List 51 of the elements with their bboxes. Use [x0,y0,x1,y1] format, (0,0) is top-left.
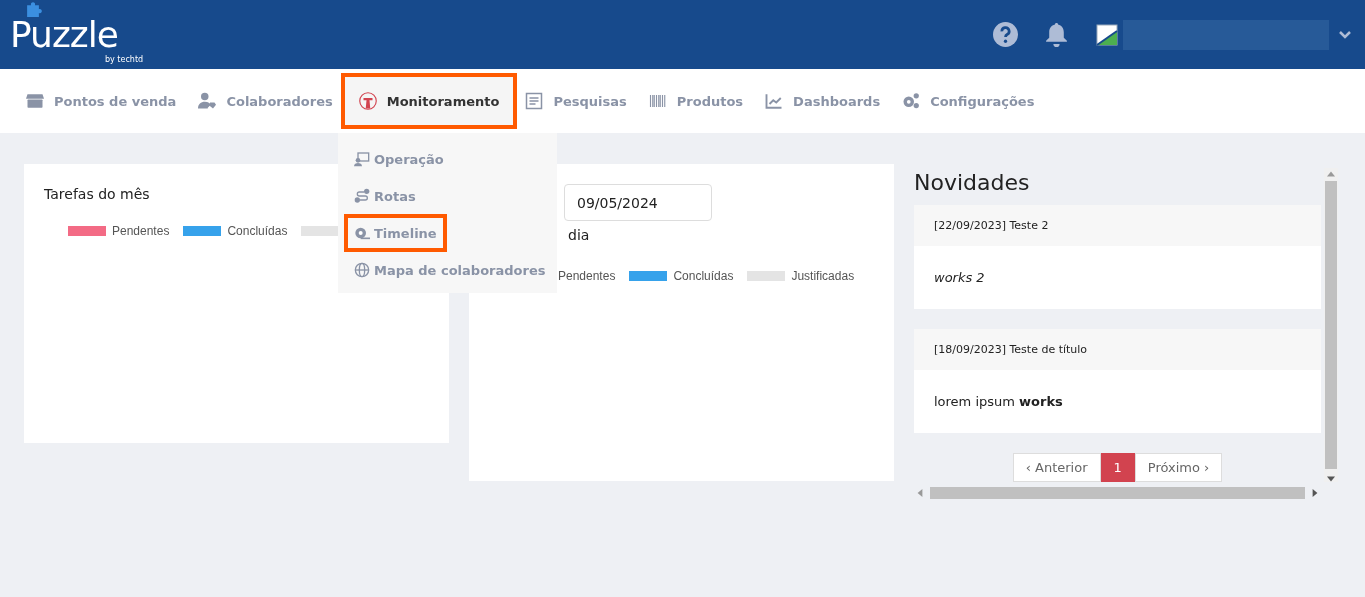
nav-tab[interactable]: Pontos de venda [16,77,187,125]
card-title: Tarefas do mês [44,186,150,202]
post-title: [18/09/2023] Teste de título [914,329,1321,370]
dropdown-item[interactable]: Operação [348,144,450,174]
post-text: works 2 [914,246,1321,309]
help-button[interactable] [993,22,1018,47]
notifications-button[interactable] [1044,22,1069,47]
previous-page-link[interactable]: ‹ Anterior [1012,453,1101,482]
nav-tab[interactable]: Produtos [638,77,754,125]
dropdown-item[interactable]: Rotas [348,181,422,211]
scrollbar-thumb[interactable] [1325,181,1337,469]
legend-label: Concluídas [227,224,288,238]
scroll-left-icon [917,489,923,497]
section-title: Novidades [914,170,1031,195]
post-title: [22/09/2023] Teste 2 [914,205,1321,246]
nav-tab[interactable]: Pesquisas [515,77,637,125]
tape-icon [354,225,370,241]
chevron-down-icon [1339,30,1351,39]
nav-tab[interactable]: Configurações [892,77,1045,125]
user-menu[interactable] [1095,19,1351,50]
dropdown-item[interactable]: Mapa de colaboradores [348,255,552,285]
scrollbar-thumb[interactable] [930,487,1305,499]
barcode-icon [648,92,667,110]
post-text: lorem ipsum works [914,370,1321,433]
bell-icon [1044,22,1069,47]
legend-label: Pendentes [558,269,616,283]
globe-icon [354,262,370,278]
next-page-link[interactable]: Próximo › [1134,453,1223,482]
nav-tab[interactable]: Colaboradores [188,77,343,125]
logo-text: Puzzle [10,17,118,53]
scroll-up-icon [1327,171,1335,177]
legend-label: Concluídas [673,269,734,283]
legend-label: Justificadas [791,269,855,283]
monitor-user-icon [354,151,370,167]
card-title: dia [568,227,590,243]
logo-tagline: by techtd [105,55,144,64]
vertical-scrollbar[interactable] [1324,168,1338,482]
line-chart-icon [765,92,784,110]
page-number[interactable]: 1 [1100,453,1135,482]
nav-tab[interactable]: Dashboards [755,77,891,125]
help-icon [993,22,1018,47]
scroll-down-icon [1327,476,1335,482]
user-tag-icon [198,92,217,110]
route-icon [354,188,370,204]
form-icon [525,92,544,110]
store-icon [26,92,44,110]
date-field[interactable]: 09/05/2024 [564,184,712,221]
gears-icon [902,92,921,110]
scroll-right-icon [1312,489,1318,497]
legend-label: Pendentes [112,224,170,238]
dropdown-item[interactable]: Timeline [348,218,443,248]
